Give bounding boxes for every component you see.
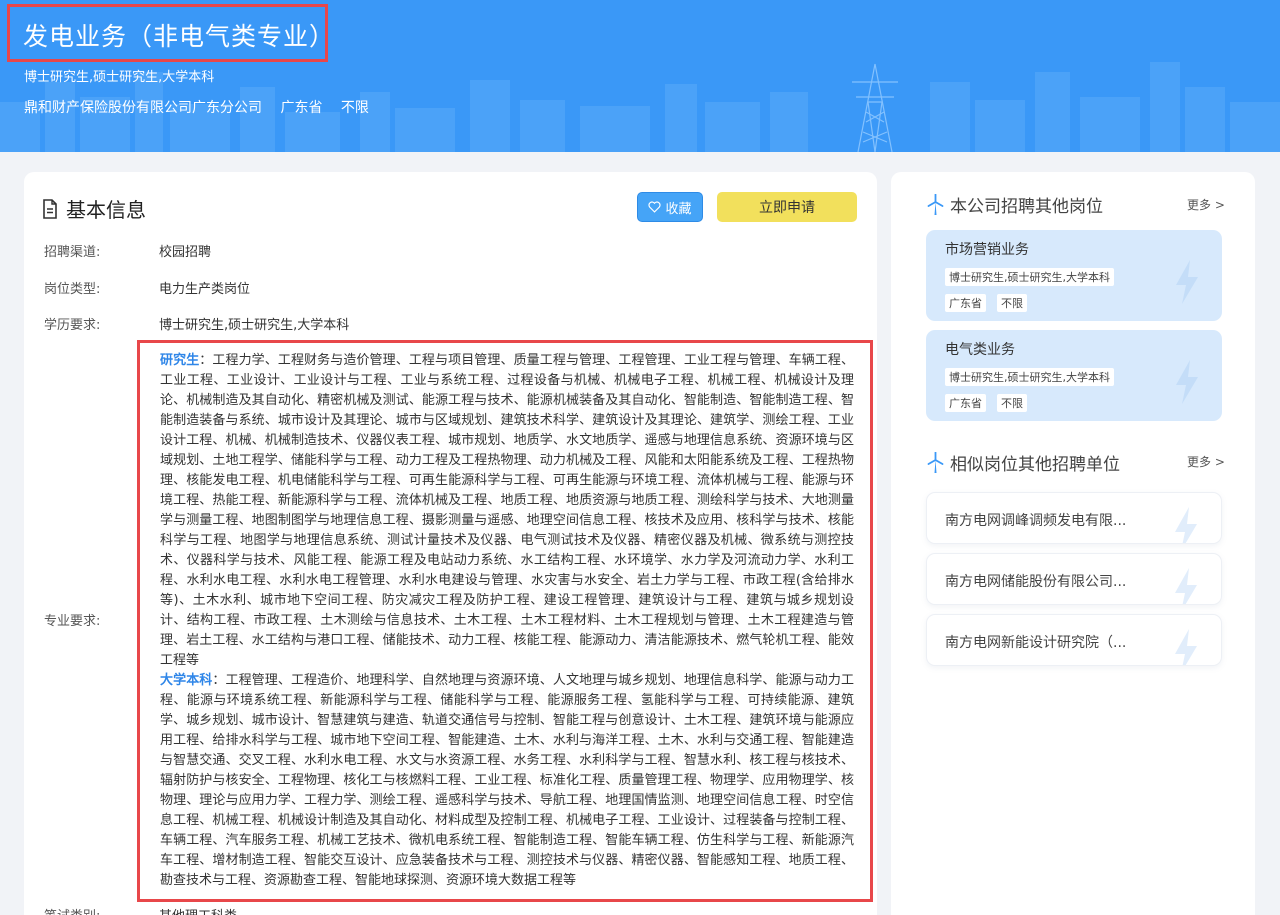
lightning-icon xyxy=(1176,260,1198,304)
wind-turbine-icon xyxy=(927,451,944,473)
graduate-tag: 研究生 xyxy=(160,353,200,368)
lightning-icon xyxy=(1175,507,1197,543)
limit: 不限 xyxy=(340,100,369,116)
sidebar-card: 本公司招聘其他岗位 更多 > 市场营销业务 博士研究生,硕士研究生,大学本科 广… xyxy=(891,172,1255,915)
similar-more-link[interactable]: 更多 > xyxy=(1187,453,1225,470)
job-province-tag: 广东省 xyxy=(945,394,986,412)
company-jobs-title: 本公司招聘其他岗位 xyxy=(950,197,1103,217)
similar-header: 相似岗位其他招聘单位 xyxy=(927,450,1120,475)
job-education-tag: 博士研究生,硕士研究生,大学本科 xyxy=(945,268,1114,286)
job-card[interactable]: 电气类业务 博士研究生,硕士研究生,大学本科 广东省 不限 xyxy=(926,330,1222,421)
heart-icon xyxy=(648,201,662,213)
education-value: 博士研究生,硕士研究生,大学本科 xyxy=(159,318,350,333)
company-jobs-header: 本公司招聘其他岗位 xyxy=(927,192,1103,217)
company-name: 南方电网调峰调频发电有限... xyxy=(945,513,1127,529)
favorite-button[interactable]: 收藏 xyxy=(637,192,703,222)
company-name: 南方电网储能股份有限公司... xyxy=(945,574,1127,590)
job-meta: 鼎和财产保险股份有限公司广东分公司 广东省 不限 xyxy=(24,97,383,117)
exam-label: 笔试类别: xyxy=(44,905,100,915)
section-title: 基本信息 xyxy=(66,198,146,222)
exam-value: 其他理工科类 xyxy=(159,905,237,915)
job-education-tag: 博士研究生,硕士研究生,大学本科 xyxy=(945,368,1114,386)
job-limit-tag: 不限 xyxy=(997,294,1027,312)
type-label: 岗位类型: xyxy=(44,282,101,297)
similar-title: 相似岗位其他招聘单位 xyxy=(950,455,1120,475)
company-card[interactable]: 南方电网调峰调频发电有限... xyxy=(926,492,1222,544)
province: 广东省 xyxy=(280,100,323,116)
job-title: 电气类业务 xyxy=(945,342,1015,358)
favorite-label: 收藏 xyxy=(665,201,692,217)
undergrad-majors: ：工程管理、工程造价、地理科学、自然地理与资源环境、人文地理与城乡规划、地理信息… xyxy=(160,673,854,888)
apply-button[interactable]: 立即申请 xyxy=(717,192,857,222)
job-province-tag: 广东省 xyxy=(945,294,986,312)
undergrad-tag: 大学本科 xyxy=(160,673,213,688)
page-title: 发电业务（非电气类专业） xyxy=(23,22,336,51)
basic-info-header: 基本信息 xyxy=(42,194,146,223)
education-label: 学历要求: xyxy=(44,318,101,333)
job-limit-tag: 不限 xyxy=(997,394,1027,412)
channel-label: 招聘渠道: xyxy=(44,245,101,260)
company-card[interactable]: 南方电网新能设计研究院（... xyxy=(926,614,1222,666)
basic-info-card: 基本信息 收藏 立即申请 招聘渠道: 校园招聘 岗位类型: 电力生产类岗位 学历… xyxy=(24,172,877,915)
education-summary: 博士研究生,硕士研究生,大学本科 xyxy=(24,70,215,85)
lightning-icon xyxy=(1175,629,1197,665)
channel-value: 校园招聘 xyxy=(159,245,212,260)
type-value: 电力生产类岗位 xyxy=(159,282,251,297)
document-icon xyxy=(43,198,57,219)
major-requirements: 研究生：工程力学、工程财务与造价管理、工程与项目管理、质量工程与管理、工程管理、… xyxy=(160,351,854,891)
wind-turbine-icon xyxy=(927,193,944,215)
company-card[interactable]: 南方电网储能股份有限公司... xyxy=(926,553,1222,605)
major-requirements-highlight: 研究生：工程力学、工程财务与造价管理、工程与项目管理、质量工程与管理、工程管理、… xyxy=(137,340,873,902)
company-name: 南方电网新能设计研究院（... xyxy=(945,635,1127,651)
job-card[interactable]: 市场营销业务 博士研究生,硕士研究生,大学本科 广东省 不限 xyxy=(926,230,1222,321)
job-title: 市场营销业务 xyxy=(945,242,1029,258)
company-jobs-more-link[interactable]: 更多 > xyxy=(1187,196,1225,213)
lightning-icon xyxy=(1175,568,1197,604)
lightning-icon xyxy=(1176,360,1198,404)
job-header-banner: 发电业务（非电气类专业） 博士研究生,硕士研究生,大学本科 鼎和财产保险股份有限… xyxy=(0,0,1280,152)
company-name: 鼎和财产保险股份有限公司广东分公司 xyxy=(24,100,262,116)
graduate-majors: ：工程力学、工程财务与造价管理、工程与项目管理、质量工程与管理、工程管理、工业工… xyxy=(160,353,854,668)
major-label: 专业要求: xyxy=(44,614,101,629)
